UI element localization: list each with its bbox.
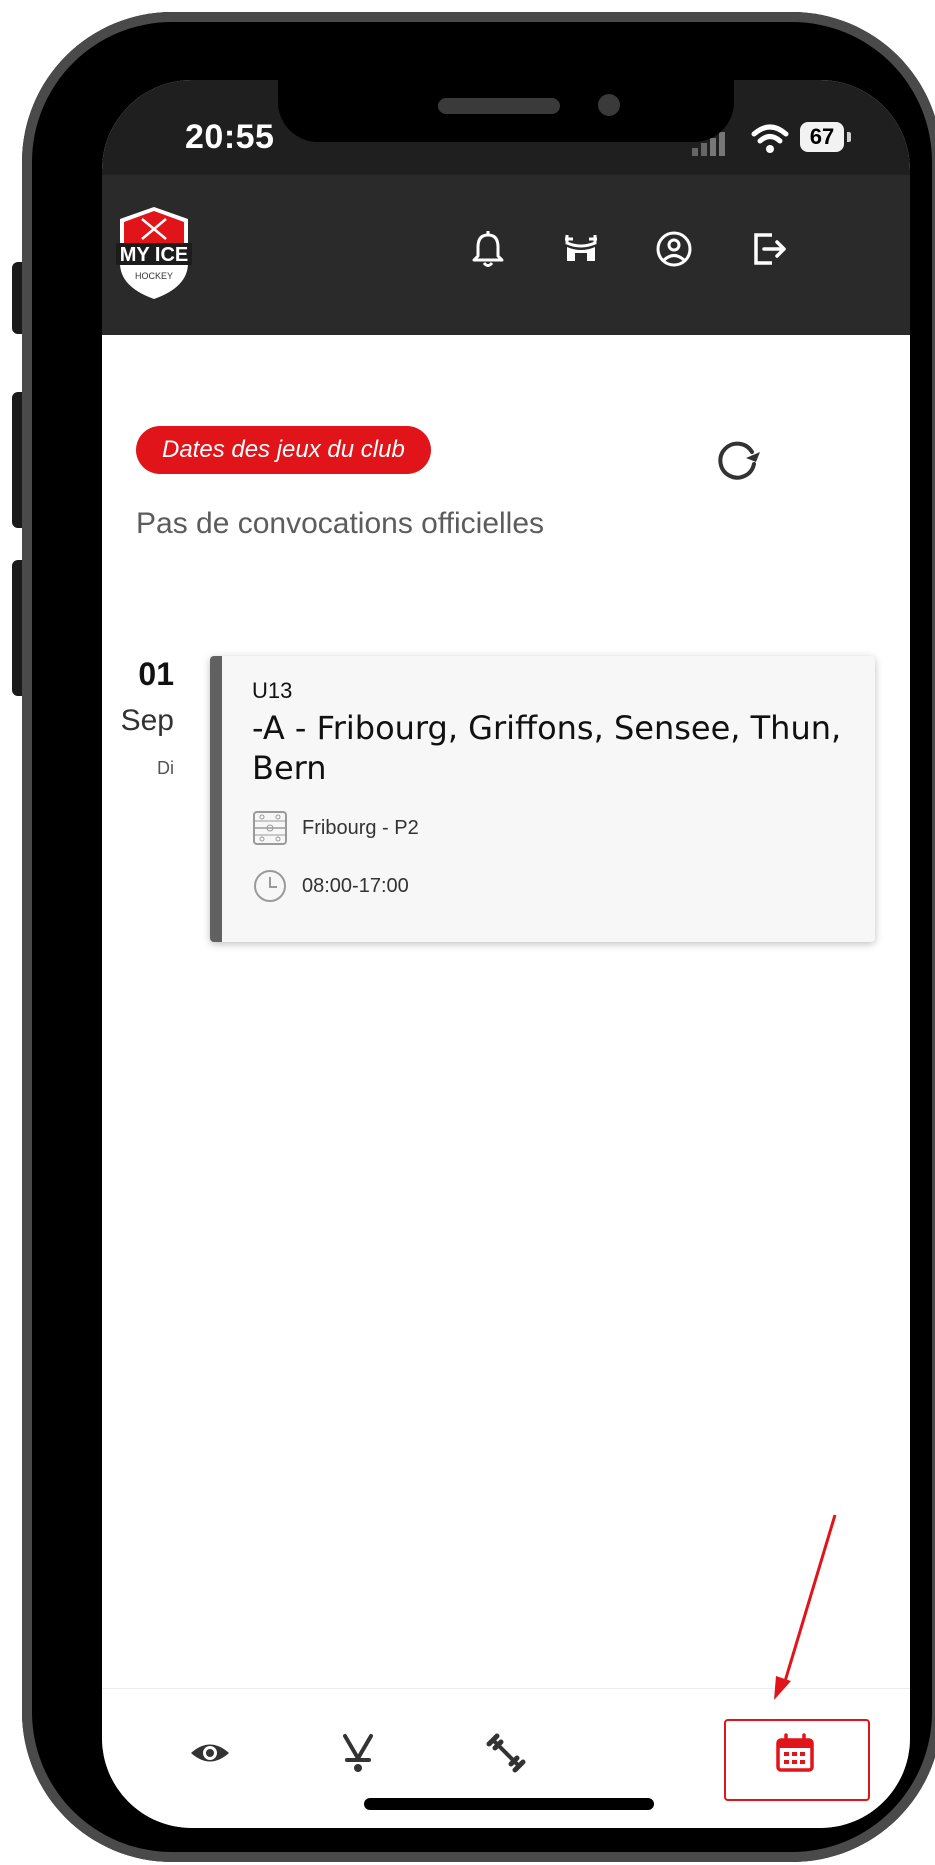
eye-icon <box>191 1744 229 1762</box>
event-date-day: 01 <box>138 656 174 692</box>
event-date-weekday: Di <box>157 758 174 778</box>
rink-icon <box>253 811 287 845</box>
status-time: 20:55 <box>185 118 275 156</box>
user-circle-icon[interactable] <box>652 227 696 271</box>
wifi-icon <box>751 124 789 153</box>
no-convocations-text: Pas de convocations officielles <box>136 507 545 540</box>
hockey-sticks-icon <box>343 1734 373 1772</box>
dumbbell-icon <box>486 1733 526 1773</box>
svg-text:HOCKEY: HOCKEY <box>135 271 173 281</box>
notch <box>278 80 734 142</box>
battery-tip <box>847 132 851 142</box>
nav-calendar[interactable] <box>765 1723 825 1783</box>
nav-eye[interactable] <box>180 1723 240 1783</box>
nav-hockey[interactable] <box>328 1723 388 1783</box>
event-time: 08:00-17:00 <box>302 874 409 897</box>
front-camera <box>598 94 620 116</box>
event-title: -A - Fribourg, Griffons, Sensee, Thun, B… <box>252 709 842 787</box>
nav-training[interactable] <box>476 1723 536 1783</box>
event-location: Fribourg - P2 <box>302 816 419 839</box>
svg-text:MY ICE: MY ICE <box>120 244 189 266</box>
event-card[interactable]: U13 -A - Fribourg, Griffons, Sensee, Thu… <box>210 656 875 942</box>
bell-icon[interactable] <box>466 227 510 271</box>
event-location-row: Fribourg - P2 <box>252 806 419 850</box>
speaker <box>438 98 560 114</box>
event-category: U13 <box>252 678 293 703</box>
phone-frame: 20:55 67 MY ICE HOCKEY Dates des jeux du… <box>22 12 935 1862</box>
myice-logo[interactable]: MY ICE HOCKEY <box>116 205 192 301</box>
battery-indicator: 67 <box>800 122 844 152</box>
refresh-icon[interactable] <box>710 432 764 486</box>
status-bar: 20:55 67 <box>102 80 910 175</box>
arena-icon[interactable] <box>559 227 603 271</box>
event-time-row: 08:00-17:00 <box>252 864 409 908</box>
logout-icon[interactable] <box>746 227 790 271</box>
app-header: MY ICE HOCKEY <box>102 175 910 335</box>
clock-icon <box>254 870 286 902</box>
club-games-badge[interactable]: Dates des jeux du club <box>136 426 431 474</box>
phone-screen: 20:55 67 MY ICE HOCKEY Dates des jeux du… <box>102 80 910 1828</box>
event-date-month: Sep <box>120 704 174 737</box>
calendar-icon <box>776 1733 814 1772</box>
home-indicator <box>364 1798 654 1810</box>
